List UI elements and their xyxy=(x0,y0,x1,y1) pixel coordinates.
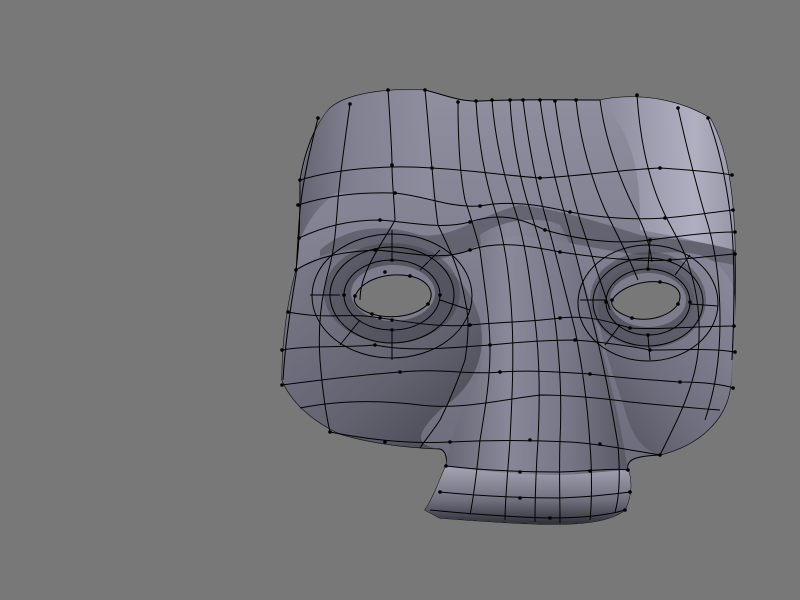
3d-viewport[interactable] xyxy=(0,0,800,600)
viewport-canvas[interactable] xyxy=(0,0,800,600)
